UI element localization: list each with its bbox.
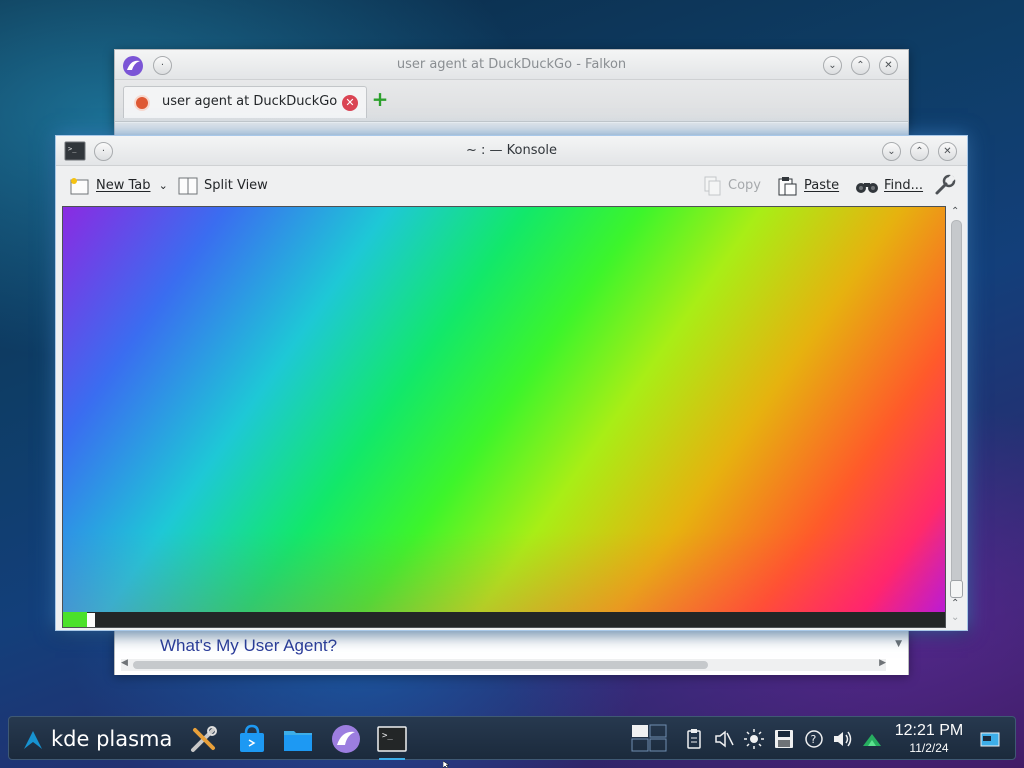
page-heading[interactable]: What's My User Agent?	[160, 636, 337, 656]
tab-close-icon[interactable]: ✕	[342, 95, 358, 111]
falkon-titlebar[interactable]: · user agent at DuckDuckGo - Falkon ⌄ ⌃ …	[115, 50, 908, 80]
horizontal-scrollbar-thumb[interactable]	[133, 661, 708, 669]
terminal-cursor	[87, 613, 95, 627]
save-icon[interactable]	[773, 728, 795, 750]
paste-button[interactable]: Paste	[778, 174, 839, 198]
scroll-up-arrow-icon[interactable]: ⌃	[951, 206, 959, 217]
new-tab-button[interactable]: New Tab ⌄	[70, 174, 168, 198]
konsole-window-title: ~ : — Konsole	[465, 143, 558, 158]
chevron-down-icon[interactable]: ⌄	[159, 179, 168, 192]
new-tab-label: New Tab	[96, 178, 151, 193]
copy-icon	[704, 176, 721, 195]
mouse-pointer-icon	[443, 761, 449, 768]
split-view-button[interactable]: Split View	[178, 174, 268, 198]
brightness-icon[interactable]	[743, 728, 765, 750]
falkon-maximize-button[interactable]: ⌃	[851, 56, 870, 75]
settings-button[interactable]	[934, 174, 956, 198]
scroll-right-arrow-icon[interactable]: ▶	[879, 658, 886, 668]
find-button[interactable]: Find...	[856, 174, 923, 198]
clipboard-icon[interactable]	[683, 728, 705, 750]
terminal-vertical-scrollbar[interactable]: ⌃ ⌃ ⌄	[947, 206, 965, 628]
binoculars-icon	[856, 182, 878, 193]
volume-icon[interactable]	[831, 728, 853, 750]
paste-icon	[778, 176, 797, 195]
dolphin-file-manager-icon[interactable]	[281, 722, 315, 756]
falkon-tab-bar: user agent at DuckDuckGo ✕ +	[115, 80, 908, 122]
launcher-label: kde plasma	[51, 727, 173, 751]
falkon-close-button[interactable]: ✕	[879, 56, 898, 75]
mute-icon[interactable]	[713, 728, 735, 750]
konsole-toolbar: New Tab ⌄ Split View Copy Paste Find...	[56, 166, 967, 206]
application-launcher[interactable]: kde plasma	[23, 717, 172, 761]
arch-logo-icon	[24, 731, 42, 749]
new-tab-icon	[70, 177, 89, 194]
help-icon[interactable]: ?	[803, 728, 825, 750]
scroll-down-arrow-icon[interactable]: ▼	[895, 639, 902, 649]
konsole-minimize-button[interactable]: ⌄	[882, 142, 901, 161]
terminal-color-gradient-output	[63, 207, 945, 612]
scrollbar-track[interactable]	[951, 220, 962, 598]
new-tab-plus-icon[interactable]: +	[371, 89, 389, 109]
falkon-tab[interactable]: user agent at DuckDuckGo ✕	[123, 86, 367, 118]
find-label: Find...	[884, 178, 924, 193]
konsole-titlebar[interactable]: >_ · ~ : — Konsole ⌄ ⌃ ✕	[56, 136, 967, 166]
svg-text:>_: >_	[382, 731, 393, 741]
split-view-label: Split View	[204, 178, 268, 193]
falkon-tab-label: user agent at DuckDuckGo	[162, 94, 338, 109]
svg-text:?: ?	[811, 733, 817, 746]
show-desktop-icon[interactable]	[979, 728, 1001, 750]
konsole-maximize-button[interactable]: ⌃	[910, 142, 929, 161]
pager-icon[interactable]	[631, 723, 667, 755]
system-settings-icon[interactable]	[187, 722, 221, 756]
terminal-display[interactable]	[62, 206, 946, 628]
konsole-window[interactable]: >_ · ~ : — Konsole ⌄ ⌃ ✕ New Tab ⌄ Split…	[55, 135, 968, 631]
terminal-prompt-cell	[63, 612, 87, 627]
clock-time[interactable]: 12:21 PM	[889, 722, 969, 740]
falkon-page-content: What's My User Agent? ▼ ◀ ▶	[115, 630, 908, 675]
falkon-browser-icon[interactable]	[329, 722, 363, 756]
falkon-minimize-button[interactable]: ⌄	[823, 56, 842, 75]
paste-label: Paste	[804, 178, 840, 193]
scrollbar-thumb[interactable]	[950, 580, 963, 598]
network-icon[interactable]	[861, 728, 883, 750]
scroll-up-small-icon[interactable]: ⌃	[951, 598, 959, 609]
scroll-down-small-icon[interactable]: ⌄	[951, 612, 959, 623]
duckduckgo-favicon-icon	[134, 95, 150, 111]
discover-store-icon[interactable]	[235, 722, 269, 756]
copy-label: Copy	[728, 178, 761, 193]
konsole-terminal-icon[interactable]: >_	[375, 722, 409, 760]
taskbar: kde plasma >_ ? 12:21 PM 11/2/24	[8, 716, 1016, 760]
split-view-icon	[178, 177, 198, 194]
scroll-left-arrow-icon[interactable]: ◀	[121, 658, 128, 668]
copy-button[interactable]: Copy	[704, 174, 761, 198]
konsole-close-button[interactable]: ✕	[938, 142, 957, 161]
horizontal-scrollbar[interactable]: ◀ ▶	[121, 658, 886, 671]
clock-date[interactable]: 11/2/24	[889, 741, 969, 755]
falkon-window-title: user agent at DuckDuckGo - Falkon	[396, 57, 627, 72]
wrench-icon	[935, 174, 956, 195]
